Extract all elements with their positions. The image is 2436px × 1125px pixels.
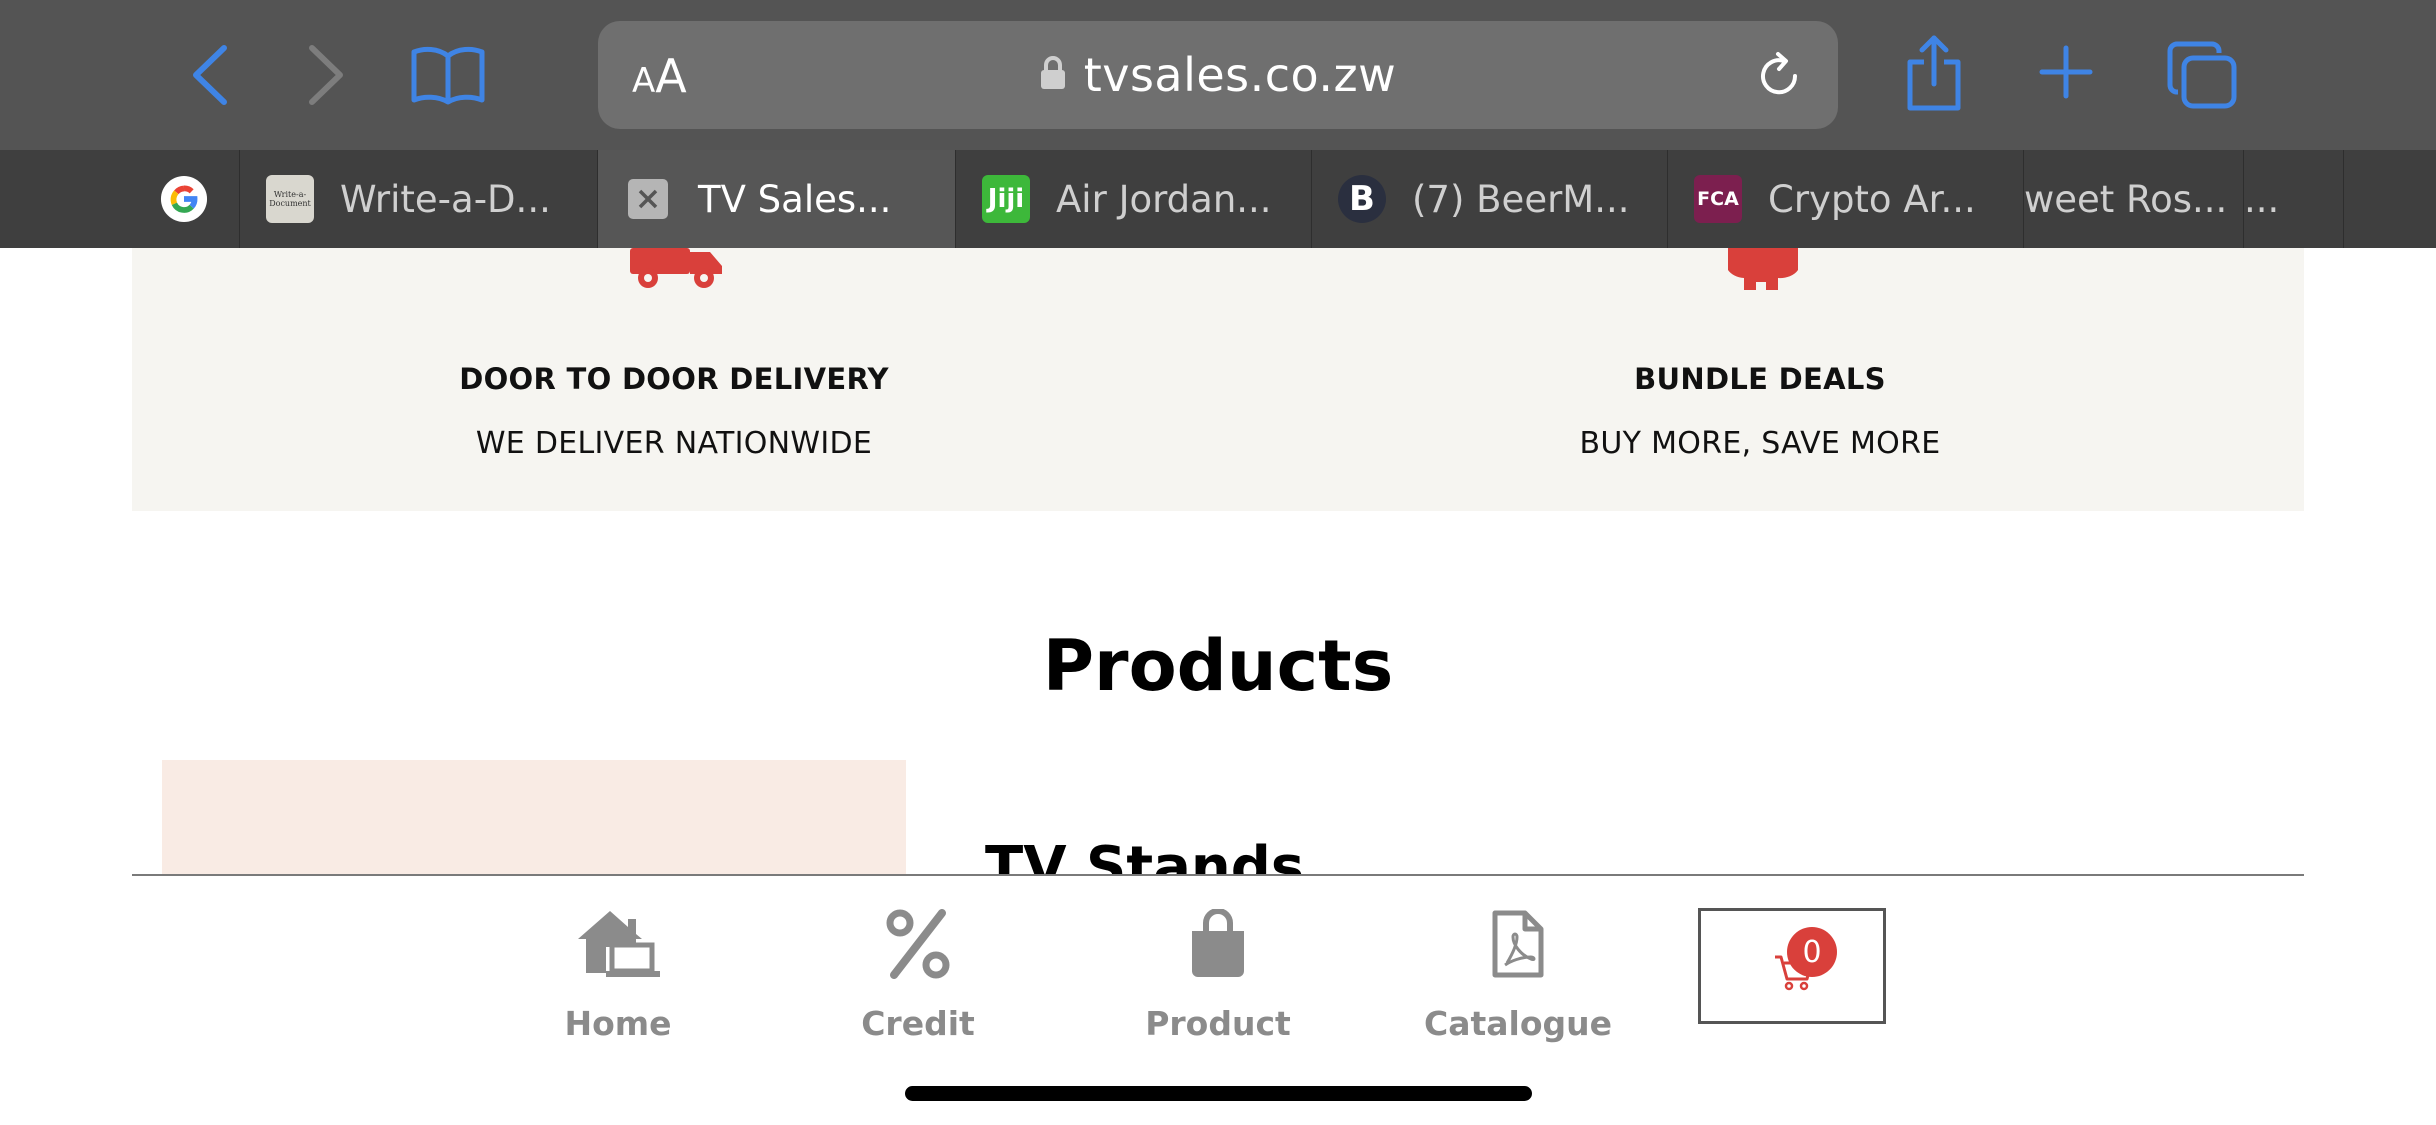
tab-write-a-document[interactable]: Write-a- Document Write-a-D... <box>240 150 598 248</box>
fca-icon: FCA <box>1694 175 1742 223</box>
percent-icon <box>798 904 1038 984</box>
feature-title: DOOR TO DOOR DELIVERY <box>459 362 889 396</box>
beermoney-icon: B <box>1338 175 1386 223</box>
nav-credit-label: Credit <box>861 1004 975 1043</box>
tabs-overview-icon[interactable] <box>2166 40 2238 110</box>
category-title[interactable]: TV Stands <box>985 828 1304 875</box>
pdf-file-icon <box>1398 904 1638 984</box>
address-bar[interactable]: AA tvsales.co.zw <box>598 21 1838 129</box>
product-image[interactable] <box>162 760 906 875</box>
tab-more[interactable]: ... <box>2244 150 2344 248</box>
nav-catalogue-label: Catalogue <box>1423 1004 1612 1043</box>
back-icon[interactable] <box>190 44 230 106</box>
features-section: DOOR TO DOOR DELIVERY WE DELIVER NATIONW… <box>132 248 2304 511</box>
share-icon[interactable] <box>1904 34 1964 112</box>
reload-icon[interactable] <box>1754 51 1804 106</box>
cart-button[interactable]: 0 <box>1698 908 1886 1024</box>
tab-google[interactable] <box>132 150 240 248</box>
feature-bundle: BUNDLE DEALS BUY MORE, SAVE MORE <box>1260 362 2260 461</box>
home-indicator <box>905 1086 1532 1101</box>
forward-icon[interactable] <box>306 44 346 106</box>
tab-sweet-ros[interactable]: weet Ros... <box>2024 150 2244 248</box>
write-a-document-icon: Write-a- Document <box>266 175 314 223</box>
nav-product-label: Product <box>1145 1004 1291 1043</box>
browser-toolbar: AA tvsales.co.zw <box>0 0 2436 150</box>
delivery-truck-icon <box>628 248 724 295</box>
lock-icon <box>1040 55 1066 95</box>
bookmarks-icon[interactable] <box>410 44 486 106</box>
home-laptop-icon <box>498 904 738 984</box>
close-tab-icon[interactable] <box>628 179 668 219</box>
tab-air-jordan[interactable]: Jiji Air Jordan... <box>956 150 1312 248</box>
nav-product[interactable]: Product <box>1098 904 1338 1043</box>
url-text: tvsales.co.zw <box>1083 48 1397 102</box>
google-icon <box>160 175 208 223</box>
feature-delivery: DOOR TO DOOR DELIVERY WE DELIVER NATIONW… <box>174 362 1174 461</box>
tab-crypto[interactable]: FCA Crypto Ar... <box>1668 150 2024 248</box>
piggy-bank-icon <box>1718 248 1808 297</box>
products-heading: Products <box>1042 625 1394 707</box>
cart-count-badge: 0 <box>1787 927 1837 977</box>
new-tab-icon[interactable] <box>2038 44 2094 100</box>
tab-bar: Write-a- Document Write-a-D... TV Sales..… <box>0 150 2436 248</box>
tab-tv-sales[interactable]: TV Sales... <box>598 150 956 248</box>
nav-home[interactable]: Home <box>498 904 738 1043</box>
feature-title: BUNDLE DEALS <box>1634 362 1886 396</box>
feature-subtitle: WE DELIVER NATIONWIDE <box>475 426 873 461</box>
shopping-bag-icon <box>1098 904 1338 984</box>
nav-home-label: Home <box>564 1004 672 1043</box>
nav-credit[interactable]: Credit <box>798 904 1038 1043</box>
tab-beermoney[interactable]: B (7) BeerM... <box>1312 150 1668 248</box>
nav-catalogue[interactable]: Catalogue <box>1398 904 1638 1043</box>
jiji-icon: Jiji <box>982 175 1030 223</box>
feature-subtitle: BUY MORE, SAVE MORE <box>1579 426 1941 461</box>
